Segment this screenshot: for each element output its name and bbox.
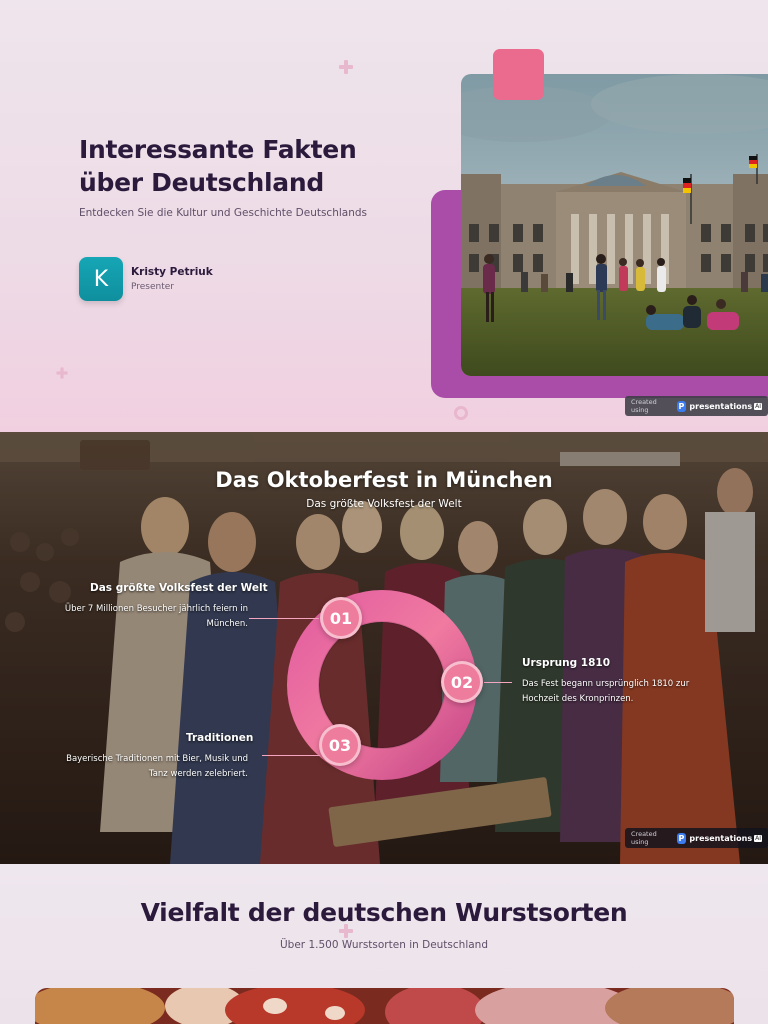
point-01-text: Über 7 Millionen Besucher jährlich feier… <box>64 604 248 629</box>
plus-decoration <box>339 60 353 74</box>
plus-decoration <box>56 367 68 379</box>
slide-wurstsorten: Vielfalt der deutschen Wurstsorten Über … <box>0 864 768 1024</box>
brand-suffix: AI <box>754 834 762 842</box>
connector-line-02 <box>484 682 512 683</box>
page-subtitle: Entdecken Sie die Kultur und Geschichte … <box>79 207 368 219</box>
created-using-label: Created using <box>631 398 657 414</box>
presentations-badge[interactable]: Created using P presentations AI <box>625 828 768 848</box>
presentations-logo-icon: P <box>676 400 687 412</box>
presenter-role: Presenter <box>131 282 175 292</box>
brand-name: presentations <box>689 401 753 411</box>
wurst-subtitle: Über 1.500 Wurstsorten in Deutschland <box>279 939 488 951</box>
connector-line-01 <box>249 618 319 619</box>
sausage-illustration <box>35 988 734 1024</box>
point-03-text: Bayerische Traditionen mit Bier, Musik u… <box>66 754 248 779</box>
point-01-title: Das größte Volksfest der Welt <box>90 582 268 594</box>
presentations-logo-icon: P <box>676 832 687 844</box>
point-02-title: Ursprung 1810 <box>522 657 610 669</box>
brand-suffix: AI <box>754 402 762 410</box>
brand-name: presentations <box>689 833 753 843</box>
slide-oktoberfest: Das Oktoberfest in München Das größte Vo… <box>0 432 768 864</box>
marker-02: 02 <box>441 661 483 703</box>
avatar: K <box>79 257 123 301</box>
presentations-badge[interactable]: Created using P presentations AI <box>625 396 768 416</box>
oktoberfest-title: Das Oktoberfest in München <box>215 468 553 492</box>
point-02-text: Das Fest begann ursprünglich 1810 zur Ho… <box>522 679 690 704</box>
reichstag-photo <box>461 74 768 376</box>
sausage-photo <box>35 988 734 1024</box>
title-line-2: über Deutschland <box>79 168 324 197</box>
slide-title: Interessante Fakten über Deutschland Ent… <box>0 0 768 432</box>
wurst-title: Vielfalt der deutschen Wurstsorten <box>140 898 628 927</box>
marker-03: 03 <box>319 724 361 766</box>
reichstag-illustration <box>461 74 768 376</box>
presenter-card: K Kristy Petriuk Presenter <box>79 257 213 301</box>
pink-square-decoration <box>493 49 544 100</box>
presenter-name: Kristy Petriuk <box>131 266 213 278</box>
created-using-label: Created using <box>631 830 657 846</box>
connector-line-03 <box>262 755 320 756</box>
marker-01: 01 <box>320 597 362 639</box>
circle-decoration <box>454 406 468 420</box>
point-03-title: Traditionen <box>186 732 254 744</box>
page-title: Interessante Fakten über Deutschland <box>79 133 419 199</box>
oktoberfest-subtitle: Das größte Volksfest der Welt <box>306 498 462 510</box>
title-line-1: Interessante Fakten <box>79 135 357 164</box>
